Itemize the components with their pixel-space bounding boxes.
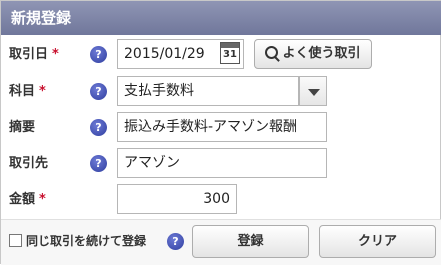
category-label: 科目 * [9, 84, 46, 99]
category-select[interactable]: 支払手数料 [117, 76, 299, 106]
clear-button[interactable]: クリア [319, 225, 436, 258]
partner-row: 取引先 ? アマゾン [1, 148, 441, 180]
dialog-footer: 同じ取引を続けて登録 ? 登録 クリア [1, 219, 441, 265]
help-icon[interactable]: ? [90, 155, 107, 172]
help-icon[interactable]: ? [90, 119, 107, 136]
calendar-day: 31 [223, 49, 237, 60]
amount-label: 金額 * [9, 192, 46, 207]
amount-input[interactable]: 300 [117, 184, 237, 214]
required-mark: * [39, 192, 46, 207]
partner-input[interactable]: アマゾン [117, 148, 327, 178]
partner-label: 取引先 [9, 156, 49, 171]
register-button[interactable]: 登録 [192, 225, 309, 258]
date-label: 取引日 * [9, 47, 59, 62]
summary-row: 摘要 ? 振込み手数料-アマゾン報酬 [1, 112, 441, 144]
continue-checkbox[interactable] [9, 234, 22, 247]
help-icon[interactable]: ? [90, 46, 107, 63]
date-row: 取引日 * ? 2015/01/29 31 よく使う取引 [1, 39, 441, 71]
summary-label: 摘要 [9, 120, 36, 135]
required-mark: * [39, 84, 46, 99]
amount-row: 金額 * 300 [1, 184, 441, 216]
calendar-icon[interactable]: 31 [220, 42, 240, 64]
help-icon[interactable]: ? [90, 83, 107, 100]
category-row: 科目 * ? 支払手数料 [1, 76, 441, 108]
frequent-button-label: よく使う取引 [282, 46, 361, 61]
frequent-transactions-button[interactable]: よく使う取引 [254, 39, 372, 69]
registration-dialog: 新規登録 取引日 * ? 2015/01/29 31 よく使う取引 科目 * ? 支… [0, 0, 441, 265]
search-icon [265, 46, 279, 59]
dropdown-arrow-icon[interactable] [299, 76, 327, 106]
summary-input[interactable]: 振込み手数料-アマゾン報酬 [117, 112, 327, 142]
help-icon[interactable]: ? [167, 233, 184, 250]
dialog-title: 新規登録 [1, 1, 441, 35]
date-value: 2015/01/29 [124, 46, 205, 62]
required-mark: * [52, 47, 59, 62]
continue-label[interactable]: 同じ取引を続けて登録 [26, 220, 146, 262]
